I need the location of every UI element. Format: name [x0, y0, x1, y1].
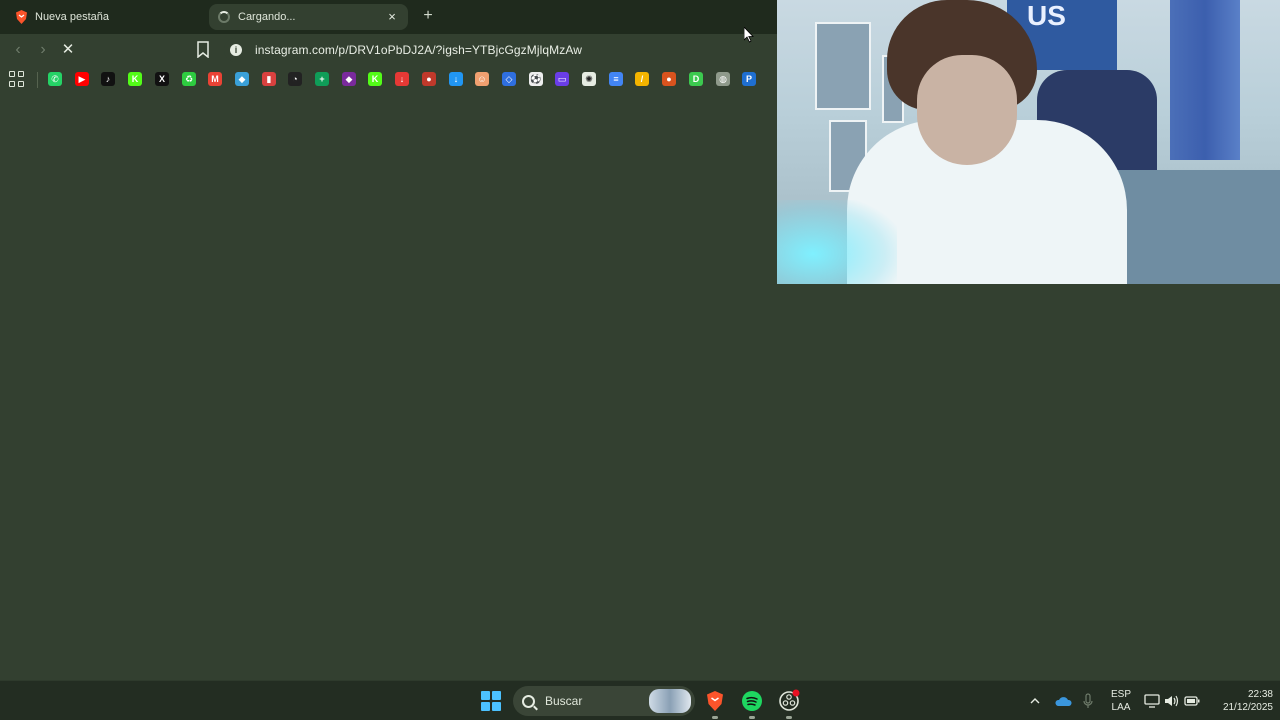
bookmark-icon[interactable]: [196, 41, 212, 59]
football-icon[interactable]: ⚽: [529, 72, 543, 86]
clock-time: 22:38: [1247, 689, 1273, 700]
wall-poster: [815, 22, 871, 110]
running-indicator: [786, 716, 792, 719]
chart-icon[interactable]: ▮: [262, 72, 276, 86]
tray-overflow-icon[interactable]: [1029, 681, 1041, 720]
spotify-icon: [742, 691, 762, 711]
site-info-icon[interactable]: i: [230, 44, 242, 56]
gmail-icon[interactable]: M: [208, 72, 222, 86]
recycle-icon[interactable]: ♻: [182, 72, 196, 86]
back-button[interactable]: ‹: [8, 40, 28, 60]
led-light: [777, 200, 897, 284]
openai-icon[interactable]: ✺: [582, 72, 596, 86]
tab-title: Nueva pestaña: [35, 11, 109, 23]
search-label: Buscar: [545, 694, 583, 708]
mouse-cursor-icon: [743, 25, 754, 43]
taskbar-obs-button[interactable]: [777, 689, 801, 719]
dropbox-icon[interactable]: ◇: [502, 72, 516, 86]
whatsapp-icon[interactable]: ✆: [48, 72, 62, 86]
bookmarks-divider: [37, 72, 38, 88]
download-red-icon[interactable]: ↓: [395, 72, 409, 86]
volume-icon[interactable]: [1164, 681, 1180, 720]
apps-grid-icon[interactable]: [9, 71, 25, 87]
keyboard-layout: LAA: [1111, 702, 1131, 713]
x-icon[interactable]: X: [155, 72, 169, 86]
paypal-icon[interactable]: P: [742, 72, 756, 86]
shield-icon[interactable]: ●: [422, 72, 436, 86]
search-icon: [522, 694, 535, 708]
tab-cargando[interactable]: Cargando... ×: [209, 4, 408, 30]
taskbar: Buscar ESP LAA 22:38 21/12/2025: [0, 680, 1280, 720]
language-code: ESP: [1110, 689, 1131, 700]
sheets-icon[interactable]: +: [315, 72, 329, 86]
download-blue-icon[interactable]: ↓: [449, 72, 463, 86]
onedrive-icon[interactable]: [1054, 681, 1072, 720]
running-indicator: [712, 716, 718, 719]
tab-nueva-pestana[interactable]: Nueva pestaña: [8, 4, 204, 30]
tiktok-icon[interactable]: ♪: [101, 72, 115, 86]
taskbar-spotify-button[interactable]: [740, 689, 764, 719]
obs-icon: [779, 689, 800, 711]
clock-date: 21/12/2025: [1222, 702, 1273, 713]
clock[interactable]: 22:38 21/12/2025: [1205, 688, 1273, 714]
curtain: [1170, 0, 1240, 160]
orange-circle-icon[interactable]: ●: [662, 72, 676, 86]
taskbar-search[interactable]: Buscar: [513, 686, 695, 716]
address-bar[interactable]: i instagram.com/p/DRV1oPbDJ2A/?igsh=YTBj…: [224, 38, 784, 62]
pen-icon[interactable]: /: [635, 72, 649, 86]
forward-button[interactable]: ›: [33, 40, 53, 60]
url-text: instagram.com/p/DRV1oPbDJ2A/?igsh=YTBjcG…: [255, 43, 583, 57]
brave-icon: [707, 691, 723, 711]
new-tab-button[interactable]: +: [418, 6, 438, 26]
search-highlight-image: [649, 689, 691, 713]
close-tab-icon[interactable]: ×: [384, 9, 400, 25]
running-indicator: [749, 716, 755, 719]
globe-icon[interactable]: ◍: [716, 72, 730, 86]
tab-title: Cargando...: [238, 11, 296, 23]
docs-icon[interactable]: ≡: [609, 72, 623, 86]
youtube-icon[interactable]: ▶: [75, 72, 89, 86]
microphone-icon[interactable]: [1082, 681, 1094, 720]
battery-icon[interactable]: [1184, 681, 1200, 720]
taskbar-brave-button[interactable]: [703, 689, 727, 719]
brave-icon: [14, 10, 28, 24]
person-face: [917, 55, 1017, 165]
webcam-overlay: US: [777, 0, 1280, 284]
language-indicator[interactable]: ESP LAA: [1108, 688, 1134, 714]
twitch-icon[interactable]: ◆: [342, 72, 356, 86]
kick-icon[interactable]: K: [128, 72, 142, 86]
d-icon[interactable]: D: [689, 72, 703, 86]
loading-spinner-icon: [217, 10, 231, 24]
extension-icon[interactable]: ◆: [235, 72, 249, 86]
network-icon[interactable]: [1144, 681, 1160, 720]
stop-loading-button[interactable]: ✕: [58, 40, 78, 60]
speedometer-icon[interactable]: ◔: [288, 72, 302, 86]
avatar-icon[interactable]: ☺: [475, 72, 489, 86]
window-icon[interactable]: ▭: [555, 72, 569, 86]
kick-icon[interactable]: K: [368, 72, 382, 86]
windows-start-icon[interactable]: [481, 691, 501, 711]
